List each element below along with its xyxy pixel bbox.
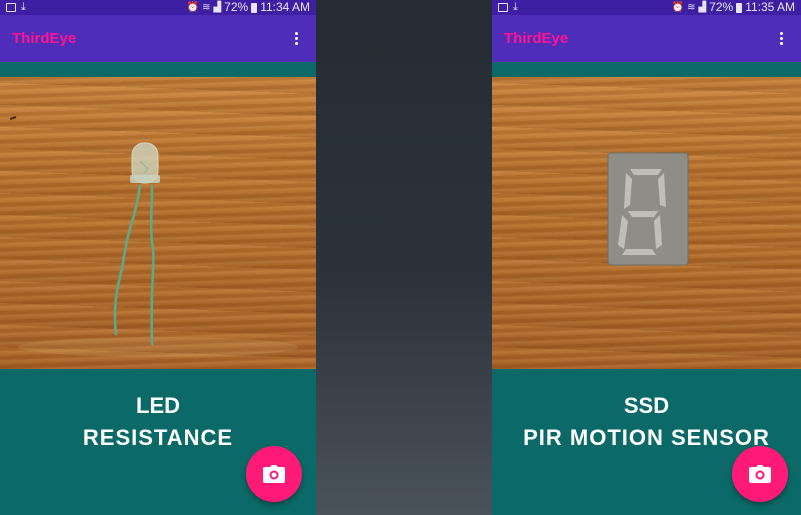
- status-time: 11:35 AM: [745, 0, 795, 14]
- app-bar: ThirdEye: [492, 15, 801, 62]
- camera-button[interactable]: [732, 446, 788, 502]
- overflow-menu-icon[interactable]: [285, 28, 304, 49]
- status-bar: ⤓ ⏰ ≋ ▟ 72% 11:34 AM: [0, 0, 316, 15]
- seven-segment-display-image: [607, 152, 689, 266]
- result-label-primary: SSD: [623, 393, 670, 418]
- signal-icon: ▟: [698, 2, 707, 13]
- result-label-primary: LED: [136, 393, 180, 418]
- battery-icon: [736, 2, 743, 13]
- status-bar: ⤓ ⏰ ≋ ▟ 72% 11:35 AM: [492, 0, 801, 15]
- battery-percent: 72%: [709, 0, 734, 14]
- battery-percent: 72%: [224, 0, 249, 14]
- captured-photo-ssd: [492, 77, 801, 369]
- wifi-icon: ≋: [687, 2, 696, 13]
- camera-icon: [263, 465, 285, 483]
- app-title: ThirdEye: [504, 30, 569, 47]
- detection-results: LED RESISTANCE: [0, 369, 316, 449]
- image-icon: [498, 3, 508, 12]
- download-icon: ⤓: [21, 1, 26, 13]
- right-phone-screen: ⤓ ⏰ ≋ ▟ 72% 11:35 AM ThirdEye SSD PIR MO…: [492, 0, 801, 515]
- signal-icon: ▟: [213, 2, 222, 13]
- image-icon: [6, 3, 16, 12]
- battery-icon: [251, 2, 258, 13]
- result-label-secondary: PIR MOTION SENSOR: [523, 425, 770, 449]
- result-label-secondary: RESISTANCE: [82, 425, 234, 449]
- camera-button[interactable]: [246, 446, 302, 502]
- alarm-icon: ⏰: [671, 2, 685, 13]
- wifi-icon: ≋: [202, 2, 211, 13]
- captured-photo-led: [0, 77, 316, 369]
- led-component-image: [9, 116, 298, 357]
- background-gap: [316, 0, 492, 515]
- detection-results: SSD PIR MOTION SENSOR: [492, 369, 801, 449]
- camera-icon: [749, 465, 771, 483]
- app-bar: ThirdEye: [0, 15, 316, 62]
- download-icon: ⤓: [513, 1, 518, 13]
- status-time: 11:34 AM: [260, 0, 310, 14]
- app-title: ThirdEye: [12, 30, 77, 47]
- overflow-menu-icon[interactable]: [770, 28, 789, 49]
- left-phone-screen: ⤓ ⏰ ≋ ▟ 72% 11:34 AM ThirdEye LED RESIST…: [0, 0, 316, 515]
- alarm-icon: ⏰: [186, 2, 200, 13]
